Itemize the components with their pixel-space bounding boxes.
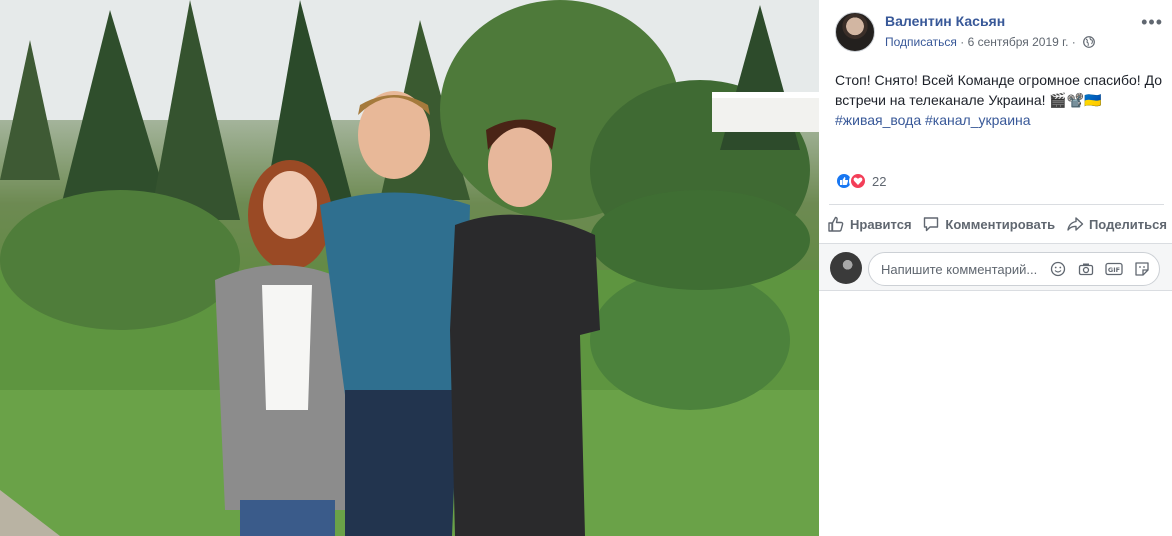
globe-icon[interactable] [1083, 36, 1095, 48]
post-date[interactable]: 6 сентября 2019 г. [968, 35, 1069, 49]
camera-icon[interactable] [1077, 260, 1095, 278]
like-label: Нравится [850, 216, 912, 232]
photo-scene [0, 0, 819, 536]
more-options-icon[interactable]: ••• [1141, 12, 1163, 33]
sticker-icon[interactable] [1133, 260, 1151, 278]
post-body: Стоп! Снято! Всей Команде огромное спаси… [835, 72, 1162, 108]
comment-button[interactable]: Комментировать [922, 210, 1055, 238]
author-avatar[interactable] [835, 12, 875, 52]
share-icon [1067, 217, 1084, 231]
post-side-panel: Валентин Касьян Подписаться · 6 сентября… [819, 0, 1172, 536]
meta-separator: · [956, 35, 968, 49]
svg-text:GIF: GIF [1108, 266, 1120, 274]
comment-icon [924, 217, 939, 232]
author-name[interactable]: Валентин Касьян [885, 13, 1005, 29]
love-reaction-icon [849, 172, 867, 190]
post-text: Стоп! Снято! Всей Команде огромное спаси… [835, 70, 1165, 130]
comment-tools: GIF [1049, 260, 1151, 278]
current-user-avatar[interactable] [830, 252, 862, 284]
emoji-icon[interactable] [1049, 260, 1067, 278]
divider [829, 204, 1164, 205]
comment-composer: Напишите комментарий... GIF [819, 244, 1172, 291]
facebook-photo-viewer: Валентин Касьян Подписаться · 6 сентября… [0, 0, 1172, 536]
share-button[interactable]: Поделиться [1066, 210, 1167, 238]
post-meta: Подписаться · 6 сентября 2019 г. · [885, 35, 1095, 49]
post-header: Валентин Касьян Подписаться · 6 сентября… [835, 12, 1165, 52]
reactions-summary[interactable]: 22 [835, 170, 886, 192]
share-label: Поделиться [1088, 216, 1167, 232]
hashtag-link[interactable]: #живая_вода [835, 112, 921, 128]
post-actions: Нравится Комментировать Поделиться [827, 210, 1167, 238]
comment-label: Комментировать [945, 216, 1056, 232]
comment-placeholder: Напишите комментарий... [881, 262, 1038, 277]
reaction-count: 22 [872, 173, 887, 189]
hashtags: #живая_вода #канал_украина [835, 110, 1165, 130]
post-photo[interactable] [0, 0, 819, 536]
like-button[interactable]: Нравится [827, 210, 912, 238]
thumbs-up-icon [828, 216, 844, 232]
comment-input[interactable]: Напишите комментарий... GIF [868, 252, 1160, 286]
hashtag-link[interactable]: #канал_украина [925, 112, 1031, 128]
follow-link[interactable]: Подписаться [885, 35, 957, 49]
meta-separator-2: · [1068, 35, 1080, 49]
gif-icon[interactable]: GIF [1105, 260, 1123, 278]
